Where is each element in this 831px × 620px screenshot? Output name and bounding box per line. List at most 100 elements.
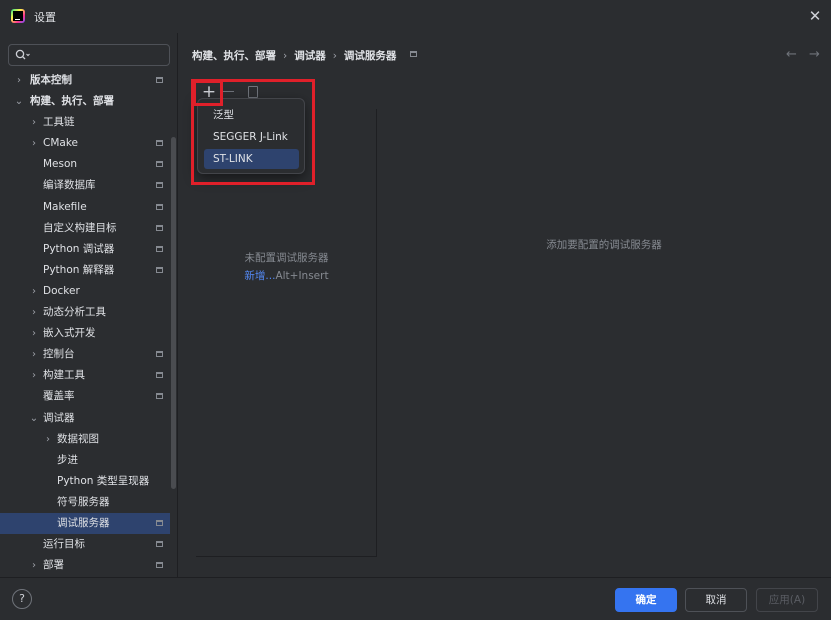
sidebar-item[interactable]: 调试服务器: [0, 512, 170, 535]
sidebar-item[interactable]: › 嵌入式开发: [0, 323, 170, 344]
search-input[interactable]: [35, 47, 165, 63]
chevron-right-icon[interactable]: ›: [29, 281, 39, 302]
sidebar-item[interactable]: › 控制台: [0, 344, 170, 365]
empty-list-message: 未配置调试服务器: [244, 252, 329, 264]
sidebar-item[interactable]: › 动态分析工具: [0, 302, 170, 323]
project-settings-icon: [156, 541, 163, 548]
cancel-button[interactable]: 取消: [685, 588, 747, 612]
project-settings-icon: [156, 203, 163, 210]
breadcrumb-item-build[interactable]: 构建、执行、部署: [192, 48, 276, 63]
sidebar-item[interactable]: Meson: [0, 154, 170, 175]
chevron-right-icon[interactable]: ›: [29, 555, 39, 576]
chevron-right-icon[interactable]: ›: [29, 323, 39, 344]
shortcut-hint: Alt+Insert: [275, 270, 329, 282]
forward-arrow-icon[interactable]: →: [809, 47, 820, 62]
sidebar-item-label: 覆盖率: [43, 390, 75, 403]
sidebar-item-label: 调试器: [43, 411, 75, 424]
breadcrumb: 构建、执行、部署 › 调试器 › 调试服务器: [192, 48, 396, 63]
project-settings-icon: [156, 140, 163, 147]
breadcrumb-separator: ›: [332, 50, 337, 62]
close-icon[interactable]: ✕: [807, 8, 823, 24]
sidebar-scrollbar[interactable]: [171, 137, 176, 489]
sidebar-item[interactable]: ⌄ 构建、执行、部署: [0, 91, 170, 112]
sidebar-item[interactable]: Python 类型呈现器: [0, 471, 170, 492]
ok-button[interactable]: 确定: [615, 588, 677, 612]
chevron-down-icon[interactable]: ⌄: [29, 408, 39, 429]
apply-button[interactable]: 应用(A): [756, 588, 818, 612]
new-link[interactable]: 新增...: [244, 270, 275, 282]
sidebar-item[interactable]: 编译数据库: [0, 175, 170, 196]
chevron-right-icon[interactable]: ›: [29, 344, 39, 365]
project-settings-icon: [156, 77, 163, 83]
project-settings-icon: [156, 372, 163, 379]
dialog-footer: ? 确定 取消 应用(A): [0, 577, 831, 620]
sidebar-item-label: Python 类型呈现器: [57, 474, 150, 487]
chevron-right-icon[interactable]: ›: [29, 133, 39, 154]
sidebar-item-label: 编译数据库: [43, 179, 96, 192]
sidebar-item-label: 构建工具: [43, 369, 85, 382]
sidebar-item[interactable]: 运行目标: [0, 534, 170, 555]
title-bar: 设置 ✕: [0, 0, 831, 33]
sidebar-item-label: 嵌入式开发: [43, 327, 96, 340]
sidebar-item-label: Python 调试器: [43, 242, 115, 255]
sidebar-item[interactable]: Python 解释器: [0, 260, 170, 281]
breadcrumb-separator: ›: [283, 50, 288, 62]
sidebar-item[interactable]: 自定义构建目标: [0, 218, 170, 239]
sidebar-item-label: 符号服务器: [57, 495, 110, 508]
project-settings-icon: [156, 393, 163, 400]
project-settings-icon: [156, 224, 163, 231]
chevron-right-icon[interactable]: ›: [29, 365, 39, 386]
sidebar-item[interactable]: › 工具链: [0, 112, 170, 133]
sidebar-item-label: 调试服务器: [57, 516, 110, 529]
sidebar-item[interactable]: › 版本控制: [0, 70, 170, 91]
sidebar-item[interactable]: › 构建工具: [0, 365, 170, 386]
sidebar-item-label: 部署: [43, 559, 64, 572]
chevron-right-icon[interactable]: ›: [14, 70, 24, 91]
sidebar-item-label: 构建、执行、部署: [30, 95, 114, 108]
sidebar-item-label: 自定义构建目标: [43, 221, 117, 234]
sidebar-item-label: 动态分析工具: [43, 306, 106, 319]
sidebar-item-label: Docker: [43, 284, 80, 297]
sidebar-item[interactable]: › 数据视图: [0, 429, 170, 450]
sidebar-item[interactable]: 符号服务器: [0, 492, 170, 513]
sidebar-item-label: 工具链: [43, 116, 75, 129]
back-arrow-icon[interactable]: ←: [786, 47, 797, 62]
sidebar-item-label: 运行目标: [43, 538, 85, 551]
settings-sidebar: › 版本控制 ⌄ 构建、执行、部署 › 工具链 › CMake Meson 编译数据库 Makefi…: [0, 33, 178, 577]
window-title: 设置: [34, 11, 56, 24]
project-settings-icon: [156, 562, 163, 569]
sidebar-item-label: 控制台: [43, 348, 75, 361]
help-icon[interactable]: ?: [12, 589, 32, 609]
chevron-right-icon[interactable]: ›: [43, 429, 53, 450]
project-settings-icon: [410, 51, 417, 57]
chevron-down-icon[interactable]: ⌄: [14, 91, 24, 112]
sidebar-item-label: Python 解释器: [43, 263, 115, 276]
project-settings-icon: [156, 266, 163, 273]
sidebar-item[interactable]: ⌄ 调试器: [0, 408, 170, 429]
sidebar-item[interactable]: › 部署: [0, 555, 170, 576]
sidebar-item-label: CMake: [43, 137, 78, 150]
sidebar-item-label: 步进: [57, 453, 78, 466]
empty-list-action: 新增...Alt+Insert: [196, 268, 377, 283]
chevron-right-icon[interactable]: ›: [29, 302, 39, 323]
clion-app-icon: [11, 9, 25, 23]
project-settings-icon: [156, 182, 163, 189]
search-icon: [15, 49, 30, 60]
project-settings-icon: [156, 245, 163, 252]
project-settings-icon: [156, 519, 163, 526]
breadcrumb-item-debug-servers: 调试服务器: [343, 50, 397, 62]
sidebar-item-label: Meson: [43, 158, 78, 171]
search-field[interactable]: [8, 44, 170, 66]
breadcrumb-item-debugger[interactable]: 调试器: [294, 48, 326, 63]
sidebar-item[interactable]: 覆盖率: [0, 386, 170, 407]
sidebar-item[interactable]: Python 调试器: [0, 239, 170, 260]
sidebar-item-label: 数据视图: [57, 432, 99, 445]
sidebar-item[interactable]: 步进: [0, 450, 170, 471]
chevron-right-icon[interactable]: ›: [29, 112, 39, 133]
sidebar-item[interactable]: Makefile: [0, 197, 170, 218]
sidebar-item[interactable]: › CMake: [0, 133, 170, 154]
sidebar-item[interactable]: › Docker: [0, 281, 170, 302]
detail-message: 添加要配置的调试服务器: [546, 239, 662, 251]
project-settings-icon: [156, 161, 163, 168]
settings-tree: › 版本控制 ⌄ 构建、执行、部署 › 工具链 › CMake Meson 编译数据库 Makefi…: [0, 70, 170, 576]
